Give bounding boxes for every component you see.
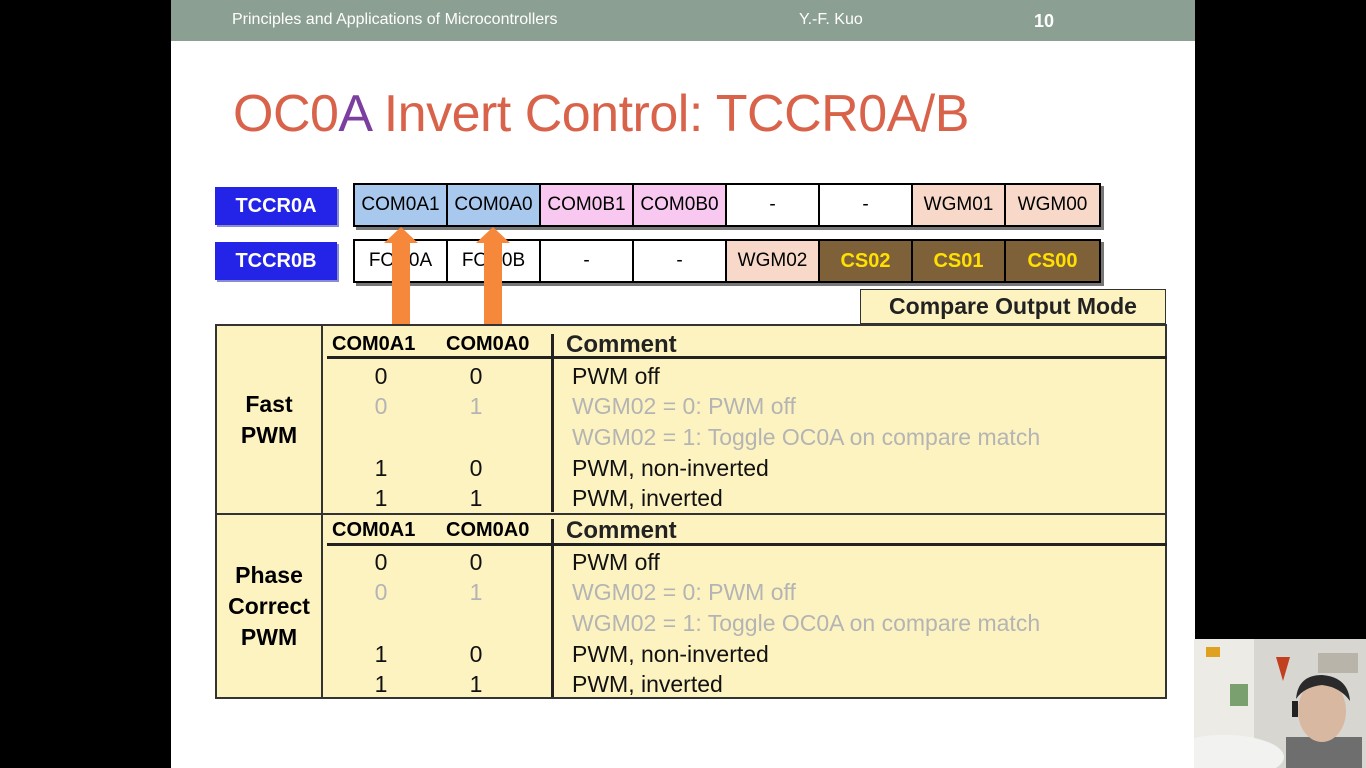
- col-header-com0a1: COM0A1: [332, 519, 416, 541]
- compare-output-table: Fast PWM COM0A1 COM0A0 Comment 0 0 PWM of…: [215, 324, 1167, 699]
- title-part2: A: [338, 85, 370, 143]
- cell-com0a1: 0: [374, 579, 388, 605]
- cell-comment: PWM, non-inverted: [572, 455, 769, 481]
- col-header-comment: Comment: [566, 517, 677, 544]
- tccr0b-bit: -: [634, 241, 727, 281]
- title-part3: Invert Control: TCCR0A/B: [369, 85, 970, 143]
- tccr0a-bit: -: [820, 185, 913, 225]
- cell-com0a1: 0: [374, 363, 388, 389]
- section-label-line: PWM: [240, 421, 298, 448]
- title-part1: OC0: [233, 85, 339, 143]
- header-divider: [327, 543, 1167, 546]
- compare-output-mode-label: Compare Output Mode: [860, 289, 1166, 324]
- cell-comment: PWM, inverted: [572, 485, 723, 511]
- author-name: Y.-F. Kuo: [799, 11, 863, 28]
- col-header-com0a0: COM0A0: [446, 333, 530, 355]
- col-header-com0a1: COM0A1: [332, 333, 416, 355]
- cell-comment: WGM02 = 1: Toggle OC0A on compare match: [572, 610, 1041, 636]
- cell-comment: PWM off: [572, 549, 660, 575]
- cell-com0a1: 1: [374, 455, 388, 481]
- cell-com0a0: 0: [469, 363, 483, 389]
- cell-comment: PWM, inverted: [572, 671, 723, 697]
- tccr0a-bit: WGM01: [913, 185, 1006, 225]
- cell-comment: WGM02 = 1: Toggle OC0A on compare match: [572, 424, 1041, 450]
- tccr0a-bit: WGM00: [1006, 185, 1099, 225]
- course-title: Principles and Applications of Microcont…: [232, 11, 558, 28]
- slide-header: Principles and Applications of Microcont…: [171, 0, 1195, 41]
- tccr0b-bit: -: [541, 241, 634, 281]
- cell-comment: WGM02 = 0: PWM off: [572, 393, 796, 419]
- cell-com0a0: 0: [469, 641, 483, 667]
- column-divider: [551, 519, 554, 697]
- tccr0a-bit: COM0B1: [541, 185, 634, 225]
- fast-pwm-section: Fast PWM COM0A1 COM0A0 Comment 0 0 PWM of…: [217, 326, 1167, 515]
- arrow-up-icon: [384, 227, 418, 325]
- tccr0b-bit: CS01: [913, 241, 1006, 281]
- cell-com0a0: 1: [469, 393, 483, 419]
- cell-comment: PWM off: [572, 363, 660, 389]
- cell-com0a1: 1: [374, 485, 388, 511]
- section-label-line: Fast: [245, 390, 293, 417]
- cell-com0a0: 1: [469, 485, 483, 511]
- presenter-video-icon: [1194, 639, 1366, 768]
- col-header-com0a0: COM0A0: [446, 519, 530, 541]
- slide: Principles and Applications of Microcont…: [171, 0, 1195, 768]
- tccr0b-bit: WGM02: [727, 241, 820, 281]
- cell-comment: PWM, non-inverted: [572, 641, 769, 667]
- tccr0b-register: FOC0A FOC0B - - WGM02 CS02 CS01 CS00: [353, 239, 1101, 283]
- tccr0b-bit: CS00: [1006, 241, 1099, 281]
- slide-title: OC0A Invert Control: TCCR0A/B: [233, 84, 969, 144]
- col-header-comment: Comment: [566, 331, 677, 358]
- cell-com0a0: 1: [469, 579, 483, 605]
- header-divider: [327, 356, 1167, 359]
- tccr0a-register: COM0A1 COM0A0 COM0B1 COM0B0 - - WGM01 WG…: [353, 183, 1101, 227]
- phase-correct-pwm-section: Phase Correct PWM COM0A1 COM0A0 Comment 0 …: [217, 515, 1167, 697]
- tccr0a-bit: COM0A0: [448, 185, 541, 225]
- section-label-line: Correct: [228, 592, 310, 619]
- arrow-up-icon: [476, 227, 510, 325]
- tccr0b-bit: CS02: [820, 241, 913, 281]
- cell-com0a1: 1: [374, 671, 388, 697]
- section-label: Phase Correct PWM: [217, 515, 323, 697]
- tccr0a-bit: -: [727, 185, 820, 225]
- tccr0b-label: TCCR0B: [215, 242, 337, 280]
- page-number: 10: [1034, 11, 1055, 31]
- tccr0a-bit: COM0A1: [355, 185, 448, 225]
- section-label-line: PWM: [240, 623, 298, 650]
- cell-comment: WGM02 = 0: PWM off: [572, 579, 796, 605]
- cell-com0a1: 0: [374, 549, 388, 575]
- section-label: Fast PWM: [217, 326, 323, 513]
- cell-com0a1: 1: [374, 641, 388, 667]
- cell-com0a1: 0: [374, 393, 388, 419]
- tccr0a-label: TCCR0A: [215, 187, 337, 225]
- section-label-line: Phase: [235, 561, 303, 588]
- cell-com0a0: 0: [469, 455, 483, 481]
- cell-com0a0: 0: [469, 549, 483, 575]
- cell-com0a0: 1: [469, 671, 483, 697]
- tccr0a-bit: COM0B0: [634, 185, 727, 225]
- column-divider: [551, 334, 554, 512]
